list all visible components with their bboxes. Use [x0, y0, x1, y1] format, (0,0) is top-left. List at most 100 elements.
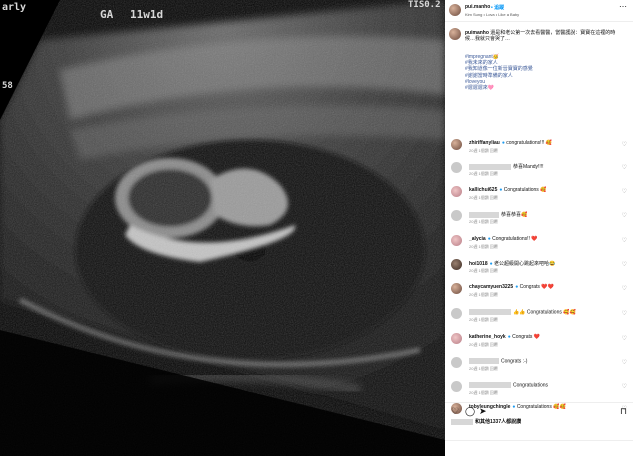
comment-like-heart-icon[interactable]: ♡	[622, 212, 627, 219]
post-media[interactable]: arly GA 11w1d TIS0.2 58	[0, 0, 445, 456]
author-username[interactable]: pui.manho	[465, 4, 490, 10]
comment-text-line: 恭喜Mandy!!!!	[469, 163, 544, 170]
comment-meta[interactable]: 20週 1個讚 回覆	[469, 292, 498, 298]
comment-like-heart-icon[interactable]: ♡	[622, 310, 627, 317]
comment-meta[interactable]: 20週 1個讚 回覆	[469, 244, 498, 250]
hashtag[interactable]: #遲遲遲來🩷	[465, 85, 533, 91]
tis-label: TIS0.2	[408, 0, 441, 10]
commenter-username[interactable]: katherine_hoyk	[469, 334, 506, 340]
heart-icon[interactable]: ♡	[451, 406, 459, 417]
comment-row: katherine_hoyk ● Congrats ❤️ 20週 1個讚 回覆 ♡	[445, 332, 633, 356]
comment-text-line: _alycia ● Congratulations!! ❤️	[469, 236, 538, 242]
comment-row: 👍👍 Congratulations 🥰🥰 20週 1個讚 回覆 ♡	[445, 307, 633, 331]
comment-meta[interactable]: 20週 1個讚 回覆	[469, 268, 498, 274]
comment-meta[interactable]: 20週 1個讚 回覆	[469, 195, 498, 201]
gestational-age-value: 11w1d	[130, 8, 164, 21]
redacted-username	[469, 382, 511, 388]
comment-row: 恭喜恭喜🥰 20週 1個讚 回覆 ♡	[445, 209, 633, 233]
commenter-avatar[interactable]	[451, 308, 462, 319]
comment-row: kallichui625 ● Congratulations 🥰 20週 1個讚 回…	[445, 185, 633, 209]
share-icon[interactable]: ➤	[479, 406, 487, 417]
hashtag[interactable]: #我知道像一位新晉寶寶的感覺	[465, 66, 533, 72]
comment-like-heart-icon[interactable]: ♡	[622, 237, 627, 244]
commenter-avatar[interactable]	[451, 381, 462, 392]
comment-text-line: 👍👍 Congratulations 🥰🥰	[469, 309, 576, 315]
comment-row: hoi1018 ● 老公超級開心跳起來吧哈😂 20週 1個讚 回覆 ♡	[445, 258, 633, 282]
post-sidebar: pui.manho • 追蹤 Kim Sung • Lova • Like a …	[445, 0, 633, 456]
comment-text: 👍👍 Congratulations 🥰🥰	[513, 309, 576, 316]
comment-meta[interactable]: 20週 1個讚 回覆	[469, 390, 498, 396]
post-header: pui.manho • 追蹤 Kim Sung • Lova • Like a …	[445, 0, 633, 22]
comment-row: Congratulations 20週 1個讚 回覆 ♡	[445, 380, 633, 404]
comment-meta[interactable]: 20週 1個讚 回覆	[469, 171, 498, 177]
comment-text-line: katherine_hoyk ● Congrats ❤️	[469, 334, 540, 340]
comment-like-heart-icon[interactable]: ♡	[622, 335, 627, 342]
comment-meta[interactable]: 20週 1個讚 回覆	[469, 148, 498, 154]
comment-text-line: 恭喜恭喜🥰	[469, 211, 527, 218]
comment-like-heart-icon[interactable]: ♡	[622, 164, 627, 171]
comment-row: _alycia ● Congratulations!! ❤️ 20週 1個讚 回覆 ♡	[445, 234, 633, 258]
comment-meta[interactable]: 20週 1個讚 回覆	[469, 317, 498, 323]
commenter-avatar[interactable]	[451, 139, 462, 150]
like-count: 和其他1337人都說讚	[451, 418, 521, 425]
add-comment-bar[interactable]	[445, 440, 633, 456]
comment-meta[interactable]: 20週 1個讚 回覆	[469, 219, 498, 225]
scan-label-arly: arly	[2, 2, 27, 13]
comment-text: Congrats ❤️	[512, 334, 541, 340]
comment-text: 老公超級開心跳起來吧哈😂	[494, 261, 556, 267]
commenter-avatar[interactable]	[451, 210, 462, 221]
liker-name-redacted	[451, 418, 473, 425]
follow-button[interactable]: • 追蹤	[491, 4, 504, 11]
comment-meta[interactable]: 20週 1個讚 回覆	[469, 366, 498, 372]
comment-text-line: Congrats :-)	[469, 358, 527, 364]
commenter-username[interactable]: chaycamyuen3225	[469, 284, 513, 290]
depth-number: 58	[2, 81, 13, 91]
ultrasound-image	[0, 0, 445, 456]
commenter-avatar[interactable]	[451, 162, 462, 173]
comment-text-line: chaycamyuen3225 ● Congrats ❤️❤️	[469, 284, 554, 290]
commenter-username[interactable]: _alycia	[469, 236, 486, 242]
comment-icon[interactable]: ◯	[465, 406, 475, 417]
commenter-avatar[interactable]	[451, 259, 462, 270]
comment-text: Congrats :-)	[501, 358, 528, 365]
redacted-username	[469, 163, 511, 170]
comment-like-heart-icon[interactable]: ♡	[622, 383, 627, 390]
comment-text: congratulations!!! 🥰	[506, 140, 552, 146]
action-bar: ♡ ◯ ➤ ⊓	[445, 402, 633, 418]
comment-text-line: zhiriffanyliau ● congratulations!!! 🥰	[469, 140, 552, 146]
comment-row: chaycamyuen3225 ● Congrats ❤️❤️ 20週 1個讚 回覆…	[445, 282, 633, 306]
commenter-avatar[interactable]	[451, 283, 462, 294]
comment-like-heart-icon[interactable]: ♡	[622, 359, 627, 366]
song-info[interactable]: Kim Sung • Lova • Like a Baby	[465, 12, 519, 17]
caption-avatar[interactable]	[449, 28, 461, 40]
comment-text-line: Congratulations	[469, 382, 548, 388]
comment-text: Congratulations	[513, 382, 549, 389]
hashtag-list: #impregnant🥳 #我未來的家人 #我知道像一位新晉寶寶的感覺 #謝謝當…	[465, 54, 533, 91]
comment-text: 恭喜恭喜🥰	[501, 212, 528, 218]
redacted-username	[469, 358, 499, 364]
redacted-username	[469, 309, 511, 315]
comment-row: Congrats :-) 20週 1個讚 回覆 ♡	[445, 356, 633, 380]
commenter-username[interactable]: zhiriffanyliau	[469, 140, 500, 146]
commenter-username[interactable]: kallichui625	[469, 187, 497, 193]
comment-like-heart-icon[interactable]: ♡	[622, 141, 627, 148]
commenter-username[interactable]: hoi1018	[469, 261, 488, 267]
save-icon[interactable]: ⊓	[620, 406, 627, 417]
author-avatar[interactable]	[449, 4, 461, 16]
comment-like-heart-icon[interactable]: ♡	[622, 285, 627, 292]
commenter-avatar[interactable]	[451, 235, 462, 246]
comment-row: zhiriffanyliau ● congratulations!!! 🥰 20週 …	[445, 138, 633, 162]
commenter-avatar[interactable]	[451, 333, 462, 344]
commenter-avatar[interactable]	[451, 357, 462, 368]
comment-text: Congrats ❤️❤️	[519, 284, 554, 290]
redacted-username	[469, 211, 499, 218]
comment-like-heart-icon[interactable]: ♡	[622, 261, 627, 268]
gestational-age-label: GA	[100, 8, 114, 21]
more-icon[interactable]: ⋯	[619, 2, 627, 11]
comment-like-heart-icon[interactable]: ♡	[622, 188, 627, 195]
comment-row: 恭喜Mandy!!!! 20週 1個讚 回覆 ♡	[445, 161, 633, 185]
commenter-avatar[interactable]	[451, 186, 462, 197]
comment-text-line: kallichui625 ● Congratulations 🥰	[469, 187, 546, 193]
comment-text: Congratulations!! ❤️	[492, 236, 538, 242]
comment-meta[interactable]: 20週 1個讚 回覆	[469, 342, 498, 348]
